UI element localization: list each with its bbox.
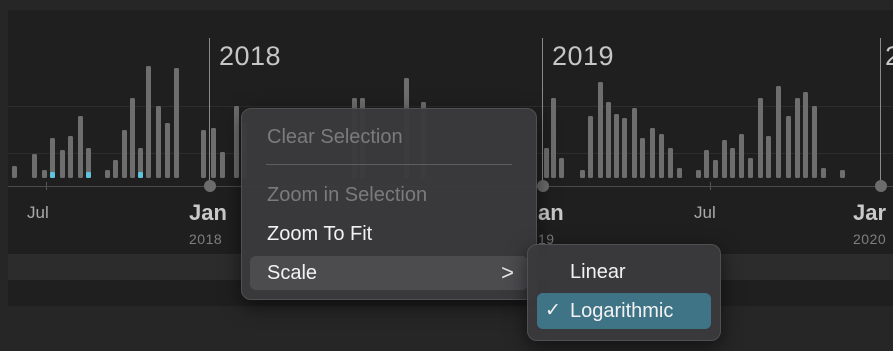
chevron-right-icon: > bbox=[501, 260, 514, 285]
photo-count-bar[interactable] bbox=[766, 136, 771, 178]
photo-count-bar[interactable] bbox=[580, 170, 585, 178]
photo-count-bar[interactable] bbox=[622, 118, 627, 178]
submenu-item-linear-label: Linear bbox=[570, 261, 626, 283]
photo-count-bar[interactable] bbox=[803, 92, 808, 178]
highlighted-bar-segment bbox=[138, 172, 143, 178]
photo-count-bar[interactable] bbox=[234, 106, 239, 178]
photo-count-bar[interactable] bbox=[704, 150, 709, 178]
photo-count-bar[interactable] bbox=[174, 68, 179, 178]
photo-count-bar[interactable] bbox=[659, 134, 664, 178]
year-handle-2019[interactable] bbox=[537, 180, 549, 192]
axis-tick bbox=[46, 182, 47, 190]
year-label-2018: 2018 bbox=[219, 41, 282, 71]
menu-item-zoom-in-selection[interactable]: Zoom in Selection bbox=[250, 178, 528, 212]
year-handle-2020[interactable] bbox=[875, 180, 887, 192]
photo-count-bar[interactable] bbox=[795, 98, 800, 178]
menu-separator bbox=[266, 164, 512, 165]
photo-count-bar[interactable] bbox=[156, 106, 161, 178]
photo-count-bar[interactable] bbox=[713, 160, 718, 178]
year-label-2020: 2 bbox=[885, 41, 893, 72]
submenu-item-logarithmic-label: Logarithmic bbox=[570, 300, 674, 322]
axis-tick bbox=[710, 182, 711, 190]
photo-count-bar[interactable] bbox=[776, 86, 781, 178]
month-label-jul: Jul bbox=[694, 203, 716, 222]
menu-item-clear-selection[interactable]: Clear Selection bbox=[250, 120, 528, 154]
checkmark-icon: ✓ bbox=[545, 300, 561, 321]
photo-count-bar[interactable] bbox=[105, 170, 110, 178]
year-marker-2019 bbox=[542, 38, 543, 186]
photo-count-bar[interactable] bbox=[32, 154, 37, 178]
photo-count-bar[interactable] bbox=[840, 170, 845, 178]
month-label-jan-2018: Jan bbox=[189, 200, 227, 225]
year-label-2019: 2019 bbox=[552, 41, 615, 71]
submenu-item-linear[interactable]: Linear bbox=[537, 254, 711, 290]
photo-count-bar[interactable] bbox=[696, 170, 701, 178]
photo-count-bar[interactable] bbox=[748, 158, 753, 178]
photo-count-bar[interactable] bbox=[42, 170, 47, 178]
year-sublabel-2020: 2020 bbox=[853, 231, 887, 247]
photo-count-bar[interactable] bbox=[60, 150, 65, 178]
year-handle-2018[interactable] bbox=[204, 180, 216, 192]
highlighted-bar-segment bbox=[86, 172, 91, 178]
highlighted-bar-segment bbox=[50, 172, 55, 178]
photo-count-bar[interactable] bbox=[614, 114, 619, 178]
month-label-jan-2019: an bbox=[538, 200, 564, 225]
month-label-jan-2020: Jar bbox=[853, 200, 887, 225]
month-label-jul: Jul bbox=[27, 203, 49, 222]
photo-count-bar[interactable] bbox=[588, 116, 593, 178]
menu-item-zoom-to-fit[interactable]: Zoom To Fit bbox=[250, 217, 528, 251]
photo-count-bar[interactable] bbox=[211, 128, 216, 178]
photo-count-bar[interactable] bbox=[640, 138, 645, 178]
menu-item-scale[interactable]: Scale > bbox=[250, 256, 528, 290]
photo-count-bar[interactable] bbox=[544, 148, 549, 178]
photo-count-bar[interactable] bbox=[821, 168, 826, 178]
photo-count-bar[interactable] bbox=[668, 148, 673, 178]
photo-count-bar[interactable] bbox=[606, 102, 611, 178]
photo-count-bar[interactable] bbox=[146, 66, 151, 178]
photo-count-bar[interactable] bbox=[598, 82, 603, 178]
photo-count-bar[interactable] bbox=[220, 152, 225, 178]
photo-count-bar[interactable] bbox=[551, 98, 556, 178]
menu-item-scale-label: Scale bbox=[267, 262, 318, 284]
photo-count-bar[interactable] bbox=[122, 130, 127, 178]
photo-count-bar[interactable] bbox=[12, 166, 17, 178]
photo-count-bar[interactable] bbox=[201, 130, 206, 178]
photo-count-bar[interactable] bbox=[812, 106, 817, 178]
photo-count-bar[interactable] bbox=[677, 168, 682, 178]
context-menu: Clear Selection Zoom in Selection Zoom T… bbox=[241, 108, 537, 300]
photo-count-bar[interactable] bbox=[758, 98, 763, 178]
photo-count-bar[interactable] bbox=[113, 160, 118, 178]
photo-count-bar[interactable] bbox=[650, 128, 655, 178]
year-marker-2020 bbox=[880, 38, 881, 186]
submenu-item-logarithmic[interactable]: ✓ Logarithmic bbox=[537, 293, 711, 329]
photo-count-bar[interactable] bbox=[632, 108, 637, 178]
photo-count-bar[interactable] bbox=[786, 116, 791, 178]
photo-count-bar[interactable] bbox=[165, 123, 170, 178]
photo-count-bar[interactable] bbox=[739, 134, 744, 178]
photo-count-bar[interactable] bbox=[730, 148, 735, 178]
photo-count-bar[interactable] bbox=[722, 140, 727, 178]
year-marker-2018 bbox=[209, 38, 210, 186]
scale-submenu: Linear ✓ Logarithmic bbox=[527, 244, 721, 341]
photo-count-bar[interactable] bbox=[130, 98, 135, 178]
photo-count-bar[interactable] bbox=[78, 116, 83, 178]
photo-count-bar[interactable] bbox=[68, 136, 73, 178]
year-sublabel-2018: 2018 bbox=[189, 231, 223, 247]
photo-count-bar[interactable] bbox=[559, 158, 564, 178]
